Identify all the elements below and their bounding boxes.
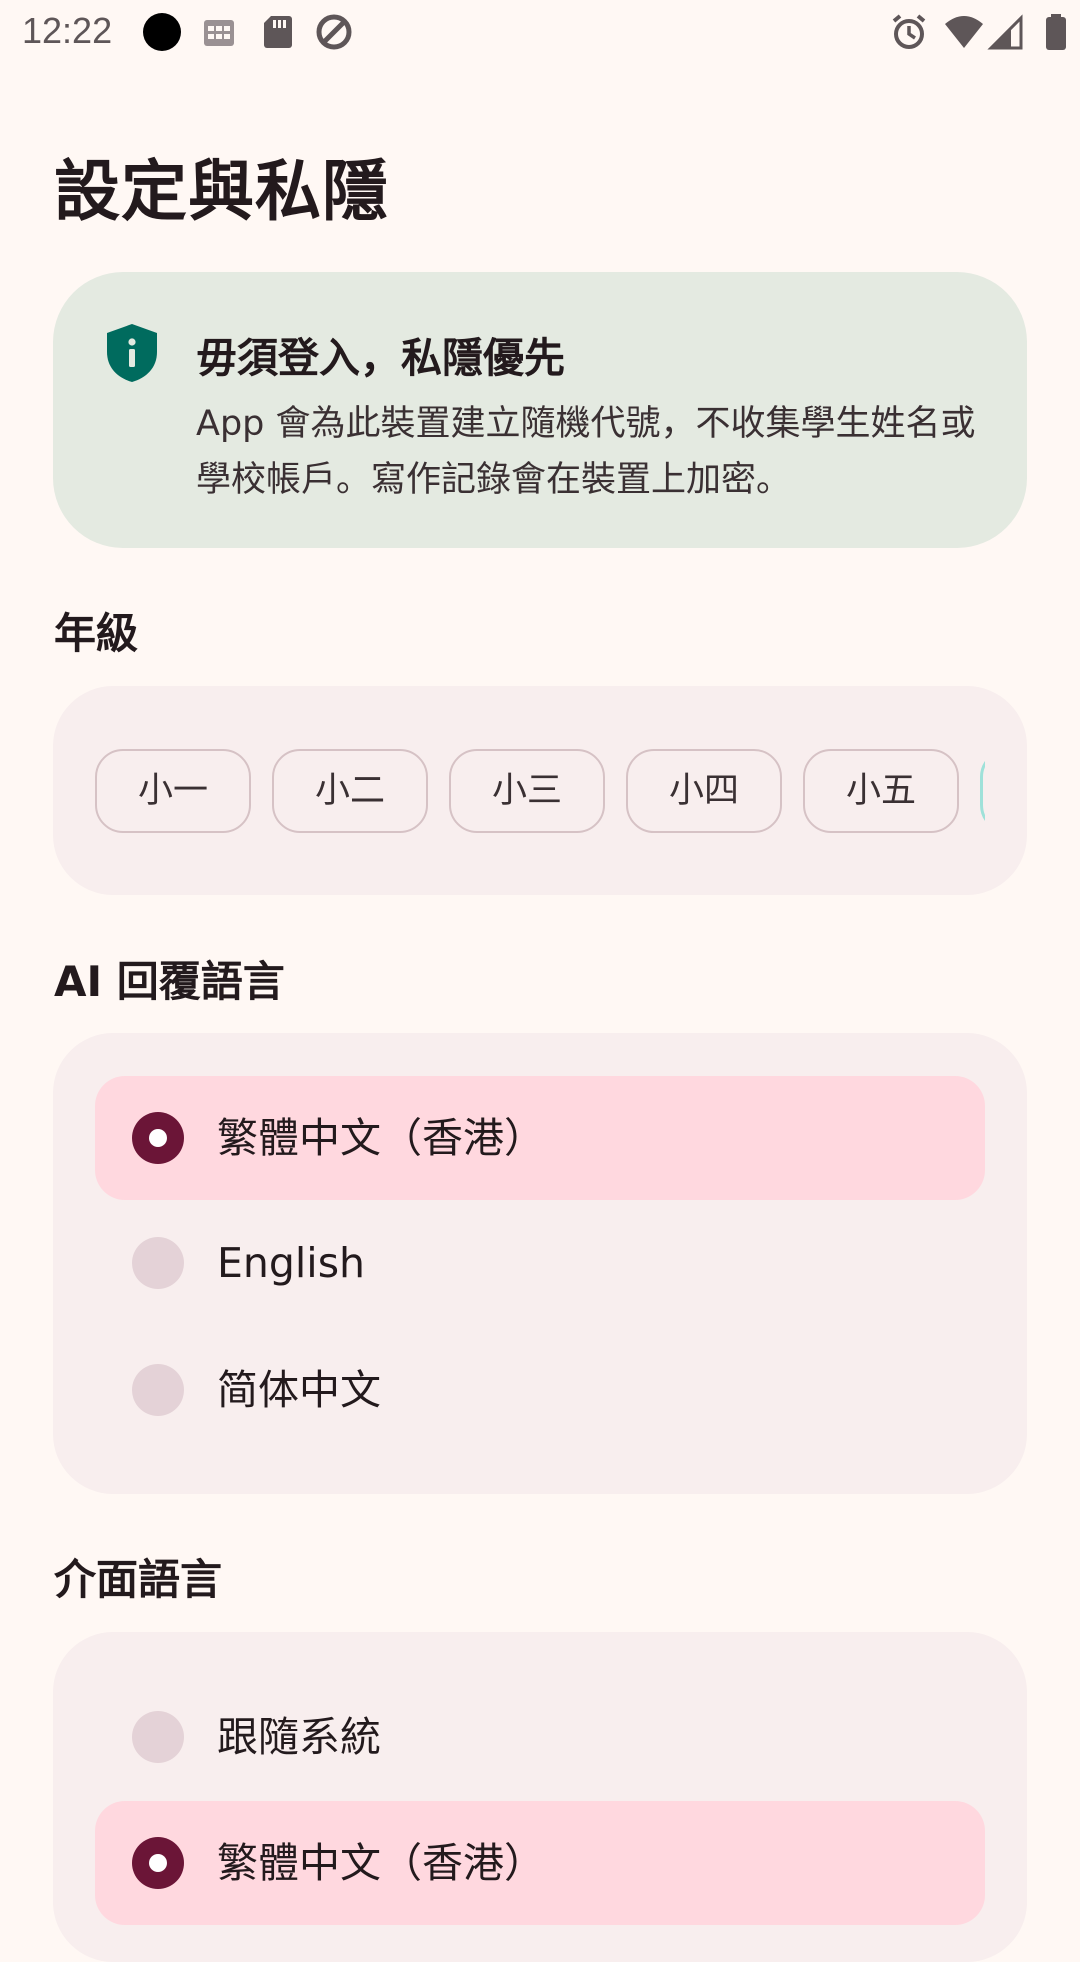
shield-info-icon	[107, 324, 157, 382]
grade-chip-p2[interactable]: 小二	[272, 749, 428, 833]
privacy-notice-card: 毋須登入，私隱優先 App 會為此裝置建立隨機代號，不收集學生姓名或學校帳戶。寫…	[53, 272, 1027, 548]
grade-heading: 年級	[54, 609, 139, 658]
cellular-signal-icon	[987, 14, 1023, 50]
ai-language-option-label: 繁體中文（香港）	[217, 1114, 545, 1162]
wifi-icon	[945, 16, 983, 48]
ui-language-option-zh-hk[interactable]: 繁體中文（香港）	[95, 1801, 985, 1925]
battery-icon	[1046, 14, 1066, 50]
radio-unselected-icon	[132, 1364, 184, 1416]
radio-selected-icon	[132, 1112, 184, 1164]
privacy-description: App 會為此裝置建立隨機代號，不收集學生姓名或學校帳戶。寫作記錄會在裝置上加密…	[196, 404, 976, 500]
ai-language-option-label: English	[217, 1239, 366, 1287]
privacy-title: 毋須登入，私隱優先	[196, 334, 565, 382]
ai-language-option-zh-cn[interactable]: 简体中文	[95, 1328, 985, 1452]
grade-chip-partial[interactable]	[980, 749, 985, 833]
sd-card-icon	[264, 16, 292, 48]
status-bar: 12:22	[0, 0, 1080, 64]
grade-chip-row[interactable]: 小一 小二 小三 小四 小五	[95, 749, 985, 835]
ai-language-option-zh-hk[interactable]: 繁體中文（香港）	[95, 1076, 985, 1200]
radio-unselected-icon	[132, 1237, 184, 1289]
record-dot-icon	[143, 13, 181, 51]
ui-language-option-label: 繁體中文（香港）	[217, 1839, 545, 1887]
status-time: 12:22	[22, 10, 113, 51]
grade-chip-p4[interactable]: 小四	[626, 749, 782, 833]
ai-language-heading: AI 回覆語言	[54, 957, 285, 1006]
radio-unselected-icon	[132, 1711, 184, 1763]
ai-language-panel: 繁體中文（香港） English 简体中文	[53, 1033, 1027, 1494]
ui-language-heading: 介面語言	[54, 1555, 223, 1604]
grade-panel: 小一 小二 小三 小四 小五	[53, 686, 1027, 895]
ui-language-panel: 跟隨系統 繁體中文（香港）	[53, 1632, 1027, 1962]
calendar-grid-icon	[204, 20, 234, 46]
ui-language-option-system[interactable]: 跟隨系統	[95, 1675, 985, 1799]
ai-language-option-label: 简体中文	[217, 1366, 381, 1414]
page-title: 設定與私隱	[54, 153, 389, 230]
ui-language-option-label: 跟隨系統	[217, 1713, 381, 1761]
grade-chip-p1[interactable]: 小一	[95, 749, 251, 833]
radio-selected-icon	[132, 1837, 184, 1889]
alarm-icon	[892, 14, 926, 49]
grade-chip-p3[interactable]: 小三	[449, 749, 605, 833]
data-saver-icon	[316, 14, 352, 50]
ai-language-option-en[interactable]: English	[95, 1201, 985, 1325]
grade-chip-p5[interactable]: 小五	[803, 749, 959, 833]
